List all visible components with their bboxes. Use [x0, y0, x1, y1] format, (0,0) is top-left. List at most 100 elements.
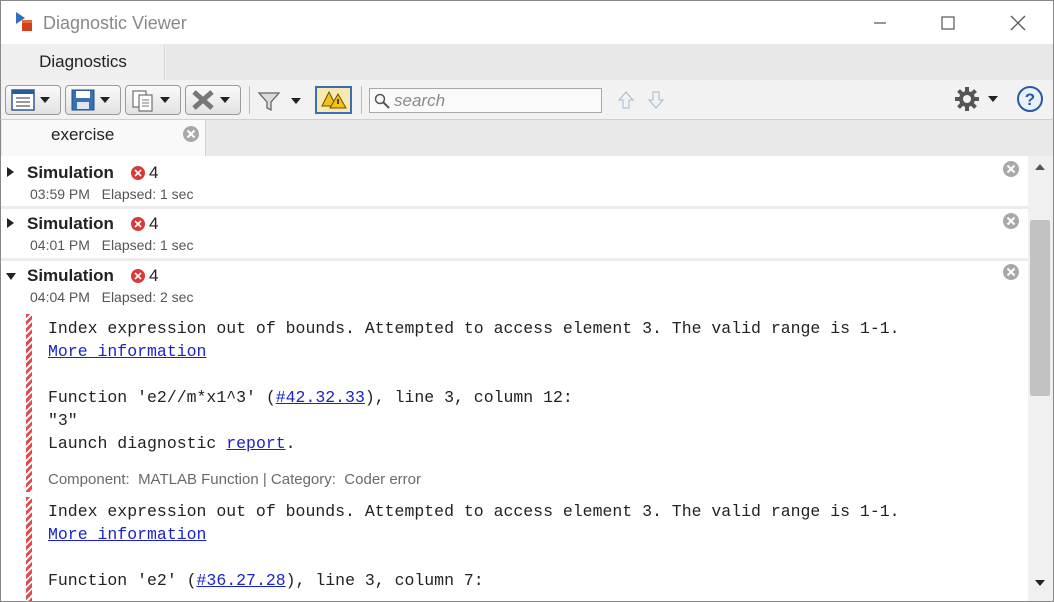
toolbar-separator [361, 86, 362, 114]
copy-icon [132, 90, 153, 112]
run-elapsed: Elapsed: 2 sec [101, 289, 194, 305]
simulink-model-icon [16, 12, 32, 31]
search-box[interactable] [369, 88, 602, 113]
window-title: Diagnostic Viewer [43, 13, 187, 33]
tab-strip-background [166, 44, 1053, 80]
expand-arrow-icon[interactable] [7, 218, 14, 228]
tab-exercise[interactable]: exercise [2, 120, 206, 156]
code-snippet: "3" [48, 411, 78, 430]
close-window-button[interactable] [995, 1, 1041, 45]
function-prefix: Function 'e2//m*x1^3' ( [48, 388, 276, 407]
more-information-link[interactable]: More information [48, 525, 206, 544]
function-prefix: Function 'e2' ( [48, 571, 197, 590]
run-meta: 04:04 PM Elapsed: 2 sec [30, 289, 193, 305]
clear-icon [192, 90, 214, 110]
run-time: 03:59 PM [30, 186, 90, 202]
collapse-arrow-icon[interactable] [6, 273, 16, 280]
run-elapsed: Elapsed: 1 sec [101, 237, 194, 253]
scroll-up-arrow-icon[interactable] [1035, 164, 1045, 170]
run-time: 04:01 PM [30, 237, 90, 253]
category-value: Coder error [344, 471, 421, 488]
error-count: 4 [149, 266, 159, 285]
diagnostic-message: Index expression out of bounds. Attempte… [26, 497, 1016, 601]
search-icon [374, 93, 390, 109]
down-arrow-icon[interactable] [647, 90, 665, 110]
save-button[interactable] [65, 85, 121, 115]
function-link[interactable]: #36.27.28 [197, 571, 286, 590]
maximize-button[interactable] [925, 1, 971, 45]
settings-button[interactable] [954, 86, 1002, 112]
svg-text:?: ? [1025, 90, 1035, 109]
error-stripe [26, 497, 32, 601]
tab-diagnostics[interactable]: Diagnostics [2, 44, 165, 80]
chevron-down-icon [160, 97, 170, 103]
close-run-icon[interactable] [1002, 160, 1020, 178]
chevron-down-icon [988, 96, 998, 102]
error-icon [131, 269, 145, 283]
expand-collapse-icon [11, 89, 35, 111]
run-time: 04:04 PM [30, 289, 90, 305]
settings-gear-icon [955, 87, 979, 111]
simulation-run[interactable]: Simulation 4 04:04 PM Elapsed: 2 sec Ind… [1, 261, 1028, 601]
run-elapsed: Elapsed: 1 sec [101, 186, 194, 202]
simulation-run[interactable]: Simulation 4 03:59 PM Elapsed: 1 sec [1, 156, 1028, 206]
toolbar [0, 80, 1054, 120]
launch-diagnostic-line: Launch diagnostic report. [48, 434, 296, 453]
up-arrow-icon[interactable] [617, 90, 635, 110]
category-label: Category: [270, 471, 336, 488]
run-title: Simulation [27, 266, 114, 285]
simulation-run[interactable]: Simulation 4 04:01 PM Elapsed: 1 sec [1, 209, 1028, 258]
diagnostics-content: Simulation 4 03:59 PM Elapsed: 1 sec Sim… [0, 156, 1054, 602]
expand-collapse-button[interactable] [5, 85, 61, 115]
run-meta: 03:59 PM Elapsed: 1 sec [30, 186, 193, 202]
help-icon[interactable]: ? [1016, 85, 1044, 113]
vertical-scrollbar[interactable] [1028, 156, 1053, 601]
toolbar-separator [249, 86, 250, 114]
document-tab-bar: exercise [0, 120, 1054, 156]
launch-prefix: Launch diagnostic [48, 434, 227, 453]
component-label: Component: [48, 471, 130, 488]
search-input[interactable] [394, 90, 594, 111]
chevron-down-icon [100, 97, 110, 103]
run-meta: 04:01 PM Elapsed: 1 sec [30, 237, 193, 253]
minimize-icon [874, 22, 886, 24]
component-value: MATLAB Function [138, 471, 259, 488]
message-footer: Component: MATLAB Function | Category: C… [48, 471, 421, 488]
error-icon [131, 166, 145, 180]
close-run-icon[interactable] [1002, 212, 1020, 230]
close-run-icon[interactable] [1002, 263, 1020, 281]
filter-button[interactable] [257, 88, 305, 114]
scroll-down-arrow-icon[interactable] [1035, 580, 1045, 586]
more-information-link[interactable]: More information [48, 342, 206, 361]
expand-arrow-icon[interactable] [7, 167, 14, 177]
function-suffix: ), line 3, column 12: [364, 388, 573, 407]
minimize-button[interactable] [857, 1, 903, 45]
diagnostic-message: Index expression out of bounds. Attempte… [26, 314, 1016, 492]
error-icon [131, 217, 145, 231]
title-bar: Diagnostic Viewer [0, 0, 1054, 44]
function-link[interactable]: #42.32.33 [276, 388, 365, 407]
report-link[interactable]: report [226, 434, 285, 453]
copy-button[interactable] [125, 85, 181, 115]
message-text: Index expression out of bounds. Attempte… [48, 502, 900, 521]
function-suffix: ), line 3, column 7: [285, 571, 484, 590]
error-count: 4 [149, 214, 159, 233]
function-location: Function 'e2//m*x1^3' (#42.32.33), line … [48, 388, 573, 407]
highlight-warnings-toggle[interactable] [315, 86, 352, 114]
tab-exercise-label: exercise [51, 125, 115, 144]
function-location: Function 'e2' (#36.27.28), line 3, colum… [48, 571, 484, 590]
clear-button[interactable] [185, 85, 241, 115]
launch-suffix: . [285, 434, 296, 453]
filter-icon [257, 92, 281, 112]
run-title: Simulation [27, 163, 114, 182]
main-tab-strip: Diagnostics [0, 44, 1054, 80]
close-tab-icon[interactable] [182, 125, 200, 143]
run-title: Simulation [27, 214, 114, 233]
tab-diagnostics-label: Diagnostics [39, 52, 127, 71]
chevron-down-icon [40, 97, 50, 103]
error-count: 4 [149, 163, 159, 182]
scroll-thumb[interactable] [1030, 220, 1050, 396]
close-icon [1010, 15, 1026, 31]
chevron-down-icon [220, 97, 230, 103]
message-text: Index expression out of bounds. Attempte… [48, 319, 900, 338]
